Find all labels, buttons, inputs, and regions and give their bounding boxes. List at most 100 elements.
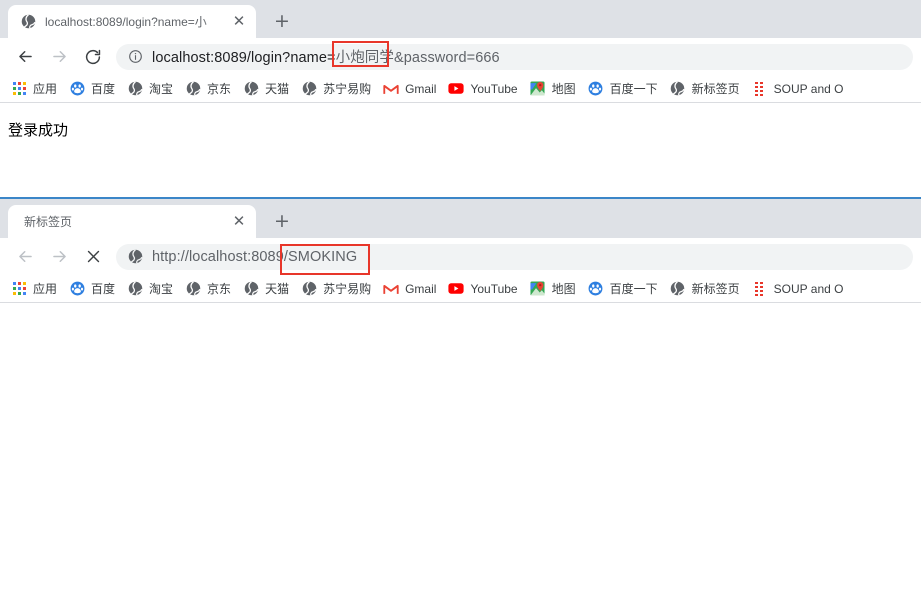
globe-icon [670,81,686,97]
tab-title: localhost:8089/login?name=小 [45,15,207,29]
bookmark-label: SOUP and O [773,281,844,296]
bookmark-label: 应用 [33,82,58,96]
globe-icon [127,249,143,265]
forward-button [44,42,74,72]
bookmark-label: 百度 [91,282,116,296]
bookmark-item-11[interactable]: SOUP and O [750,78,851,100]
globe-icon [301,81,317,97]
bookmark-item-4[interactable]: 天猫 [241,78,296,100]
bookmark-label: 天猫 [265,82,290,96]
bookmark-item-10[interactable]: 新标签页 [668,78,747,100]
tab-strip-bottom: 新标签页 ✕ + [0,199,921,238]
close-icon[interactable]: ✕ [227,10,251,34]
tab-new-tab[interactable]: 新标签页 ✕ [8,205,256,238]
reload-button[interactable] [78,42,108,72]
bookmark-label: 新标签页 [691,82,740,96]
tab-title: 新标签页 [24,215,73,229]
bookmark-label: Gmail [405,281,437,296]
bookmark-item-6[interactable]: Gmail [381,278,443,300]
bookmarks-bar-top: 应用 百度 淘宝 京东 天猫 苏宁易购 Gmail YouTube 地图 百度一下 新标签页 SOUP… [0,75,921,103]
url-highlighted-path: SMOKING [288,248,358,265]
bookmark-item-2[interactable]: 淘宝 [125,78,180,100]
bookmark-label: 地图 [551,82,576,96]
forward-button [44,242,74,272]
bookmark-item-2[interactable]: 淘宝 [125,278,180,300]
bookmark-item-0[interactable]: 应用 [9,78,64,100]
bookmark-label: 百度一下 [609,82,658,96]
globe-icon [127,281,143,297]
bookmark-item-4[interactable]: 天猫 [241,278,296,300]
bookmark-label: 苏宁易购 [323,282,372,296]
bookmark-item-10[interactable]: 新标签页 [668,278,747,300]
baidu-paw-icon [588,81,604,97]
bookmark-label: 淘宝 [149,282,174,296]
bookmark-label: 百度 [91,82,116,96]
url-prefix: http://localhost:8089/ [152,248,289,265]
toolbar-bottom: http://localhost:8089/SMOKING [0,238,921,275]
bookmark-item-9[interactable]: 百度一下 [586,78,665,100]
baidu-paw-icon [69,81,85,97]
browser-window-bottom: 新标签页 ✕ + http://localhost:8089/SMOKING 应… [0,199,921,591]
globe-icon [185,281,201,297]
toolbar-top: localhost:8089/login?name=小炮同学&password=… [0,38,921,75]
maps-pin-icon [530,281,546,297]
bookmark-item-0[interactable]: 应用 [9,278,64,300]
bookmark-label: 地图 [551,282,576,296]
bookmark-item-9[interactable]: 百度一下 [586,278,665,300]
page-content-top: 登录成功 [0,103,921,188]
bookmark-label: 天猫 [265,282,290,296]
bookmark-item-6[interactable]: Gmail [381,78,443,100]
bookmark-label: 京东 [207,282,232,296]
bookmark-item-8[interactable]: 地图 [528,278,583,300]
bookmark-item-7[interactable]: YouTube [446,78,524,100]
bookmark-label: YouTube [470,81,518,96]
gmail-icon [383,281,399,297]
soup-icon [752,281,768,297]
apps-grid-icon [11,81,27,97]
globe-icon [185,81,201,97]
login-success-message: 登录成功 [8,121,69,139]
url-suffix: &password=666 [394,50,500,66]
youtube-icon [448,81,465,97]
address-bar-url: localhost:8089/login?name=小炮同学&password=… [152,46,500,67]
bookmark-item-8[interactable]: 地图 [528,78,583,100]
bookmark-item-7[interactable]: YouTube [446,278,524,300]
baidu-paw-icon [588,281,604,297]
address-bar-bottom[interactable]: http://localhost:8089/SMOKING [116,243,913,270]
address-bar-url: http://localhost:8089/SMOKING [152,249,357,265]
bookmark-item-3[interactable]: 京东 [183,78,238,100]
close-icon[interactable]: ✕ [227,210,251,234]
back-button[interactable] [10,42,40,72]
soup-icon [752,81,768,97]
tab-login-result[interactable]: localhost:8089/login?name=小 ✕ [8,5,256,38]
globe-icon [243,281,259,297]
bookmark-label: 淘宝 [149,82,174,96]
info-circle-icon[interactable] [127,49,143,65]
bookmark-label: 应用 [33,282,58,296]
bookmark-label: YouTube [470,281,518,296]
bookmark-item-5[interactable]: 苏宁易购 [299,278,378,300]
globe-icon [670,281,686,297]
youtube-icon [448,281,465,297]
globe-icon [301,281,317,297]
globe-icon [127,81,143,97]
gmail-icon [383,81,399,97]
stop-loading-button[interactable] [78,242,108,272]
bookmark-label: 苏宁易购 [323,82,372,96]
bookmark-item-1[interactable]: 百度 [67,78,122,100]
url-highlighted-param: 小炮同学 [335,50,394,66]
new-tab-button[interactable]: + [268,207,296,235]
bookmark-label: 京东 [207,82,232,96]
bookmark-item-1[interactable]: 百度 [67,278,122,300]
bookmark-item-11[interactable]: SOUP and O [750,278,851,300]
page-content-bottom: Goo https://blog.csdn.net/qq_29025955 [0,303,921,591]
bookmark-label: 新标签页 [691,282,740,296]
bookmarks-bar-bottom: 应用 百度 淘宝 京东 天猫 苏宁易购 Gmail YouTube 地图 百度一下 新标签页 SOUP… [0,275,921,303]
bookmark-item-3[interactable]: 京东 [183,278,238,300]
baidu-paw-icon [69,281,85,297]
globe-icon [243,81,259,97]
address-bar-top[interactable]: localhost:8089/login?name=小炮同学&password=… [116,43,913,70]
bookmark-item-5[interactable]: 苏宁易购 [299,78,378,100]
new-tab-button[interactable]: + [268,7,296,35]
browser-window-top: localhost:8089/login?name=小 ✕ + localhos… [0,0,921,188]
